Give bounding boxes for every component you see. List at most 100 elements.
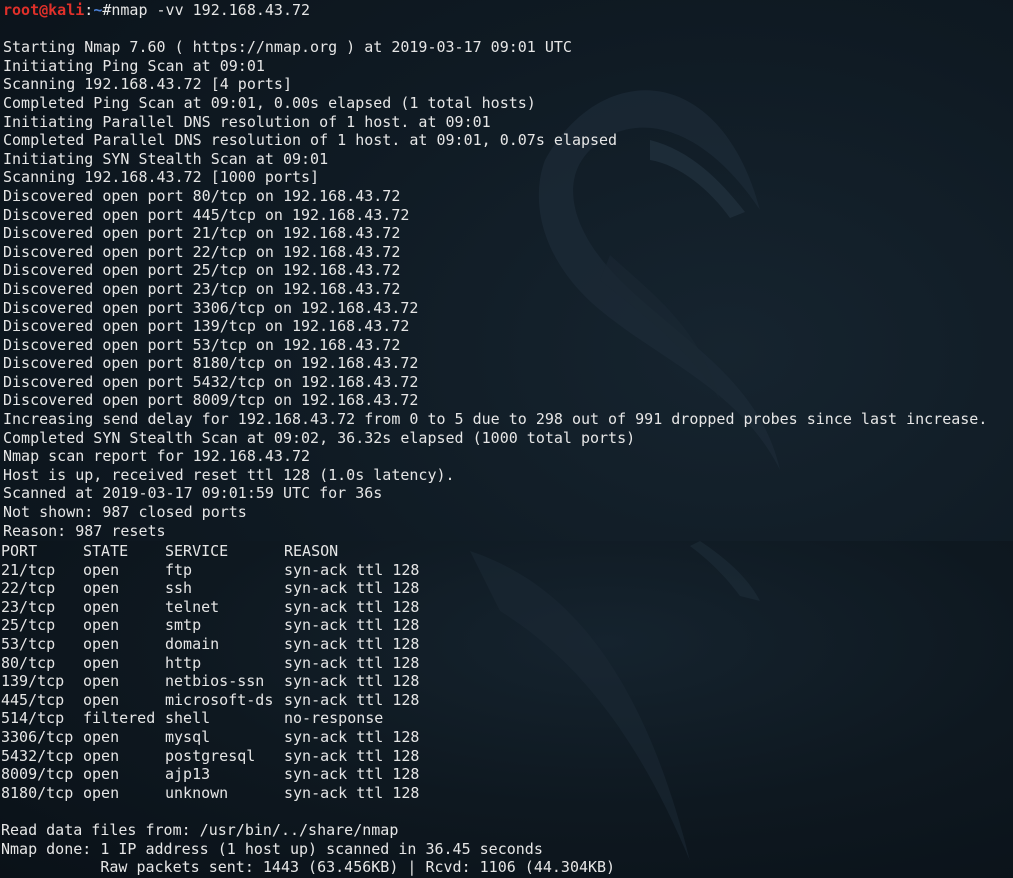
output-line: Host is up, received reset ttl 128 (1.0s…: [3, 465, 455, 484]
table-cell: http: [165, 653, 202, 672]
table-row: 139/tcp open netbios-ssn syn-ack ttl 128: [1, 672, 615, 691]
output-line: Completed Ping Scan at 09:01, 0.00s elap…: [3, 93, 536, 112]
table-row: 80/tcp open http syn-ack ttl 128: [1, 654, 615, 673]
output-line: Initiating Parallel DNS resolution of 1 …: [3, 112, 491, 131]
table-cell: syn-ack ttl 128: [284, 672, 420, 691]
table-cell: syn-ack ttl 128: [284, 616, 420, 635]
output-line: Discovered open port 53/tcp on 192.168.4…: [3, 335, 401, 354]
table-header-cell: STATE: [83, 542, 129, 560]
table-row: 21/tcp open ftp syn-ack ttl 128: [1, 561, 615, 580]
output-line: Read data files from: /usr/bin/../share/…: [1, 820, 399, 839]
table-row: 22/tcp open ssh syn-ack ttl 128: [1, 579, 615, 598]
table-row: 3306/tcp open mysql syn-ack ttl 128: [1, 728, 615, 747]
prompt-path: ~: [93, 1, 103, 19]
table-cell: open: [83, 616, 120, 635]
output-line: Discovered open port 8009/tcp on 192.168…: [3, 391, 419, 410]
output-line: Discovered open port 5432/tcp on 192.168…: [3, 372, 419, 391]
command-text[interactable]: nmap -vv 192.168.43.72: [111, 1, 310, 19]
table-cell: domain: [165, 634, 220, 653]
table-cell: syn-ack ttl 128: [284, 765, 420, 784]
table-cell: open: [83, 746, 120, 765]
table-cell: 25/tcp: [1, 616, 56, 635]
output-line: Discovered open port 3306/tcp on 192.168…: [3, 298, 419, 317]
table-header-cell: REASON: [284, 542, 339, 560]
table-cell: syn-ack ttl 128: [284, 597, 420, 616]
table-cell: open: [83, 597, 120, 616]
output-line: Discovered open port 21/tcp on 192.168.4…: [3, 224, 401, 243]
table-cell: open: [83, 634, 120, 653]
table-cell: syn-ack ttl 128: [284, 653, 420, 672]
output-line: Nmap done: 1 IP address (1 host up) scan…: [1, 839, 543, 858]
table-cell: open: [83, 560, 120, 579]
output-line: Discovered open port 80/tcp on 192.168.4…: [3, 186, 401, 205]
prompt-separator: :: [84, 1, 94, 19]
table-cell: ftp: [165, 560, 193, 579]
table-cell: postgresql: [165, 746, 256, 765]
table-row: 53/tcp open domain syn-ack ttl 128: [1, 635, 615, 654]
table-cell: 8180/tcp: [1, 783, 74, 802]
output-line: Scanned at 2019-03-17 09:01:59 UTC for 3…: [3, 484, 383, 503]
table-row: 514/tcp filtered shell no-response: [1, 709, 615, 728]
table-cell: ssh: [165, 579, 193, 598]
table-cell: open: [83, 672, 120, 691]
table-header-cell: SERVICE: [165, 542, 229, 560]
output-line: Not shown: 987 closed ports: [3, 503, 247, 522]
table-cell: open: [83, 690, 120, 709]
table-cell: 80/tcp: [1, 653, 56, 672]
table-header: PORT STATE SERVICE REASON: [1, 542, 615, 561]
output-line: Discovered open port 23/tcp on 192.168.4…: [3, 279, 401, 298]
table-row: 23/tcp open telnet syn-ack ttl 128: [1, 598, 615, 617]
output-line: Discovered open port 139/tcp on 192.168.…: [3, 317, 410, 336]
table-header-cell: PORT: [1, 542, 38, 560]
terminal-pane-top[interactable]: root@kali:~#nmap -vv 192.168.43.72 Start…: [0, 0, 1013, 541]
table-cell: 53/tcp: [1, 634, 56, 653]
table-cell: 445/tcp: [1, 690, 65, 709]
table-cell: syn-ack ttl 128: [284, 634, 420, 653]
table-cell: filtered: [83, 709, 156, 728]
table-cell: open: [83, 727, 120, 746]
table-cell: unknown: [165, 783, 229, 802]
table-cell: syn-ack ttl 128: [284, 746, 420, 765]
table-cell: ajp13: [165, 765, 211, 784]
top-output-lines: root@kali:~#nmap -vv 192.168.43.72 Start…: [3, 1, 987, 540]
output-line: Raw packets sent: 1443 (63.456KB) | Rcvd…: [1, 858, 616, 877]
output-line: Initiating Ping Scan at 09:01: [3, 56, 265, 75]
output-line: Scanning 192.168.43.72 [1000 ports]: [3, 168, 320, 187]
table-cell: 5432/tcp: [1, 746, 74, 765]
output-line: Starting Nmap 7.60 ( https://nmap.org ) …: [3, 38, 572, 57]
table-cell: 139/tcp: [1, 672, 65, 691]
port-table: PORT STATE SERVICE REASON 21/tcp open ftp syn-a…: [1, 542, 615, 877]
output-line: Nmap scan report for 192.168.43.72: [3, 447, 311, 466]
table-cell: 21/tcp: [1, 560, 56, 579]
table-cell: telnet: [165, 597, 220, 616]
table-cell: syn-ack ttl 128: [284, 560, 420, 579]
terminal-window[interactable]: root@kali:~#nmap -vv 192.168.43.72 Start…: [0, 0, 1013, 878]
table-cell: 8009/tcp: [1, 765, 74, 784]
table-cell: netbios-ssn: [165, 672, 265, 691]
table-cell: no-response: [284, 709, 384, 728]
table-cell: smtp: [165, 616, 202, 635]
output-line: Completed Parallel DNS resolution of 1 h…: [3, 131, 618, 150]
table-cell: 514/tcp: [1, 709, 65, 728]
table-cell: microsoft-ds: [165, 690, 274, 709]
output-line: Discovered open port 22/tcp on 192.168.4…: [3, 242, 401, 261]
output-line: Reason: 987 resets: [3, 521, 166, 540]
output-line: Scanning 192.168.43.72 [4 ports]: [3, 75, 292, 94]
output-line: Increasing send delay for 192.168.43.72 …: [3, 410, 988, 429]
output-line: Completed SYN Stealth Scan at 09:02, 36.…: [3, 428, 636, 447]
table-row: 8009/tcp open ajp13 syn-ack ttl 128: [1, 765, 615, 784]
table-cell: open: [83, 579, 120, 598]
output-line: [3, 20, 987, 39]
prompt-line: root@kali:~#nmap -vv 192.168.43.72: [3, 1, 987, 20]
table-cell: syn-ack ttl 128: [284, 783, 420, 802]
table-row: 25/tcp open smtp syn-ack ttl 128: [1, 616, 615, 635]
table-cell: syn-ack ttl 128: [284, 690, 420, 709]
table-cell: open: [83, 765, 120, 784]
terminal-pane-bottom[interactable]: PORT STATE SERVICE REASON 21/tcp open ftp syn-a…: [0, 541, 1013, 878]
table-cell: 23/tcp: [1, 597, 56, 616]
output-line: Initiating SYN Stealth Scan at 09:01: [3, 149, 329, 168]
table-cell: open: [83, 653, 120, 672]
table-cell: 22/tcp: [1, 579, 56, 598]
output-line: Discovered open port 8180/tcp on 192.168…: [3, 354, 419, 373]
